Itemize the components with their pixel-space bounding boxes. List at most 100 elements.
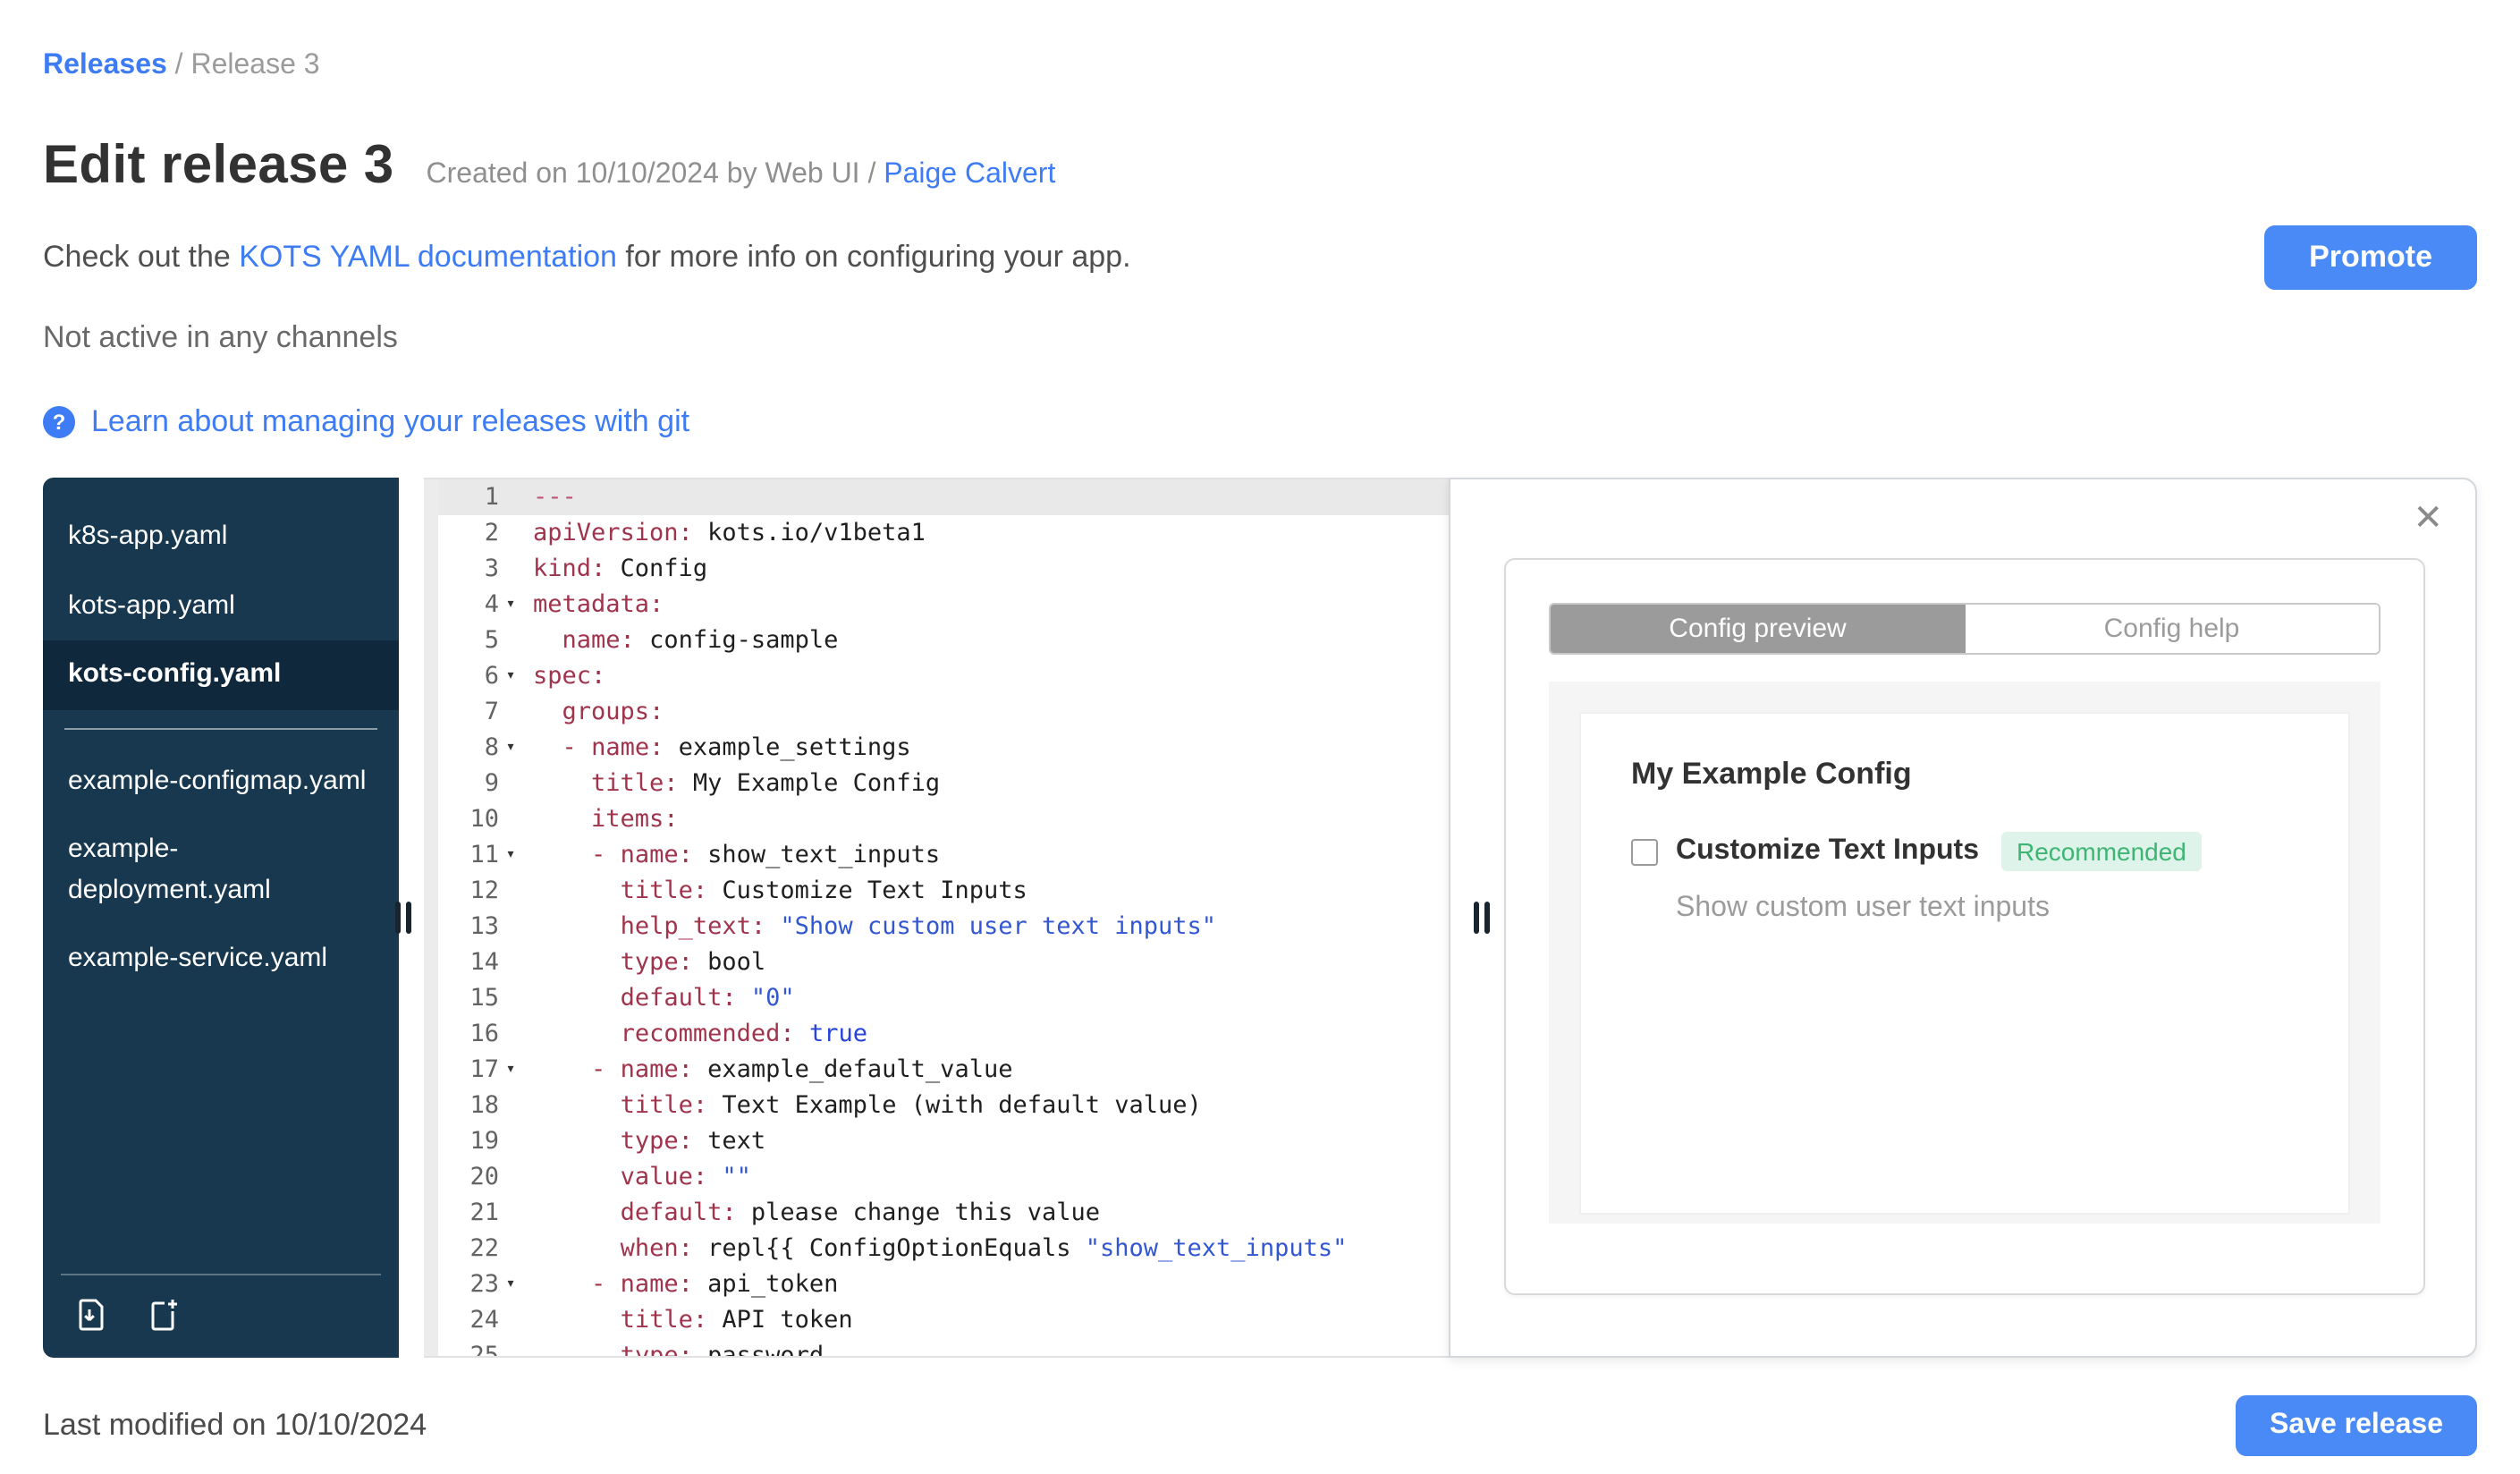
- code-line[interactable]: 11 ▾ - name: show_text_inputs: [438, 837, 1449, 873]
- line-number-gutter[interactable]: 1: [438, 479, 522, 515]
- line-number-gutter[interactable]: 3: [438, 551, 522, 587]
- fold-arrow-icon: [499, 766, 522, 801]
- breadcrumb: Releases / Release 3: [43, 50, 2477, 82]
- line-number-gutter[interactable]: 4 ▾: [438, 587, 522, 623]
- yaml-code-editor[interactable]: 1 --- 2 apiVersion: kots.io/v1beta1 3 kind: C…: [424, 478, 1449, 1358]
- line-number-gutter[interactable]: 17 ▾: [438, 1052, 522, 1088]
- line-number-gutter[interactable]: 20: [438, 1159, 522, 1195]
- recommended-badge: Recommended: [2000, 832, 2203, 871]
- code-line[interactable]: 13 help_text: "Show custom user text inp…: [438, 909, 1449, 945]
- doc-text: Check out the KOTS YAML documentation fo…: [43, 240, 1131, 275]
- line-number-gutter[interactable]: 12: [438, 873, 522, 909]
- line-number-gutter[interactable]: 10: [438, 801, 522, 837]
- line-number-gutter[interactable]: 2: [438, 515, 522, 551]
- new-file-icon[interactable]: [143, 1295, 182, 1334]
- line-number-gutter[interactable]: 9: [438, 766, 522, 801]
- page-title: Edit release 3: [43, 136, 394, 195]
- file-tree-divider: [64, 727, 377, 729]
- code-line[interactable]: 24 title: API token: [438, 1302, 1449, 1338]
- code-line[interactable]: 1 ---: [438, 479, 1449, 515]
- code-line[interactable]: 23 ▾ - name: api_token: [438, 1266, 1449, 1302]
- line-number-gutter[interactable]: 22: [438, 1231, 522, 1266]
- line-number-gutter[interactable]: 8 ▾: [438, 730, 522, 766]
- code-line[interactable]: 9 title: My Example Config: [438, 766, 1449, 801]
- code-line[interactable]: 20 value: "": [438, 1159, 1449, 1195]
- breadcrumb-separator: /: [166, 50, 191, 80]
- code-line[interactable]: 2 apiVersion: kots.io/v1beta1: [438, 515, 1449, 551]
- breadcrumb-releases-link[interactable]: Releases: [43, 50, 167, 80]
- fold-arrow-icon: [499, 515, 522, 551]
- code-line[interactable]: 18 title: Text Example (with default val…: [438, 1088, 1449, 1123]
- file-item[interactable]: example-deployment.yaml: [43, 816, 399, 925]
- git-help-link[interactable]: Learn about managing your releases with …: [91, 404, 689, 440]
- code-line[interactable]: 4 ▾ metadata:: [438, 587, 1449, 623]
- line-number-gutter[interactable]: 23 ▾: [438, 1266, 522, 1302]
- promote-button[interactable]: Promote: [2264, 225, 2477, 290]
- file-item[interactable]: example-configmap.yaml: [43, 747, 399, 816]
- line-number-gutter[interactable]: 18: [438, 1088, 522, 1123]
- line-number-gutter[interactable]: 14: [438, 945, 522, 980]
- code-line[interactable]: 25 type: password: [438, 1338, 1449, 1356]
- close-icon[interactable]: ✕: [2413, 496, 2443, 540]
- tab-config-preview[interactable]: Config preview: [1551, 605, 1965, 653]
- fold-arrow-icon: [499, 1302, 522, 1338]
- line-number-gutter[interactable]: 25: [438, 1338, 522, 1356]
- import-file-icon[interactable]: [72, 1295, 111, 1334]
- question-icon: ?: [43, 406, 75, 438]
- created-text: Created on 10/10/2024 by Web UI /: [426, 159, 884, 190]
- config-render-area: My Example Config Customize Text Inputs …: [1549, 682, 2380, 1224]
- tab-config-help[interactable]: Config help: [1965, 605, 2379, 653]
- line-number-gutter[interactable]: 15: [438, 980, 522, 1016]
- line-number-gutter[interactable]: 16: [438, 1016, 522, 1052]
- config-preview-pane: ✕ Config preview Config help My Example …: [1449, 478, 2477, 1358]
- line-number-gutter[interactable]: 19: [438, 1123, 522, 1159]
- code-rows: 1 --- 2 apiVersion: kots.io/v1beta1 3 kind: C…: [438, 479, 1449, 1356]
- file-tree-pane: k8s-app.yaml kots-app.yaml kots-config.yam…: [43, 478, 399, 1358]
- created-author-link[interactable]: Paige Calvert: [884, 159, 1055, 190]
- line-number-gutter[interactable]: 11 ▾: [438, 837, 522, 873]
- line-number-gutter[interactable]: 6 ▾: [438, 658, 522, 694]
- code-line[interactable]: 12 title: Customize Text Inputs: [438, 873, 1449, 909]
- fold-arrow-icon: ▾: [505, 739, 516, 757]
- preview-tabs: Config preview Config help: [1549, 603, 2380, 655]
- breadcrumb-current: Release 3: [190, 50, 320, 80]
- file-item[interactable]: k8s-app.yaml: [43, 503, 399, 572]
- last-modified-text: Last modified on 10/10/2024: [43, 1408, 427, 1442]
- code-line[interactable]: 14 type: bool: [438, 945, 1449, 980]
- left-pane-drag-handle[interactable]: [395, 902, 411, 934]
- file-item[interactable]: kots-app.yaml: [43, 572, 399, 640]
- code-line[interactable]: 3 kind: Config: [438, 551, 1449, 587]
- code-line[interactable]: 17 ▾ - name: example_default_value: [438, 1052, 1449, 1088]
- right-pane-drag-handle[interactable]: [1474, 902, 1490, 934]
- git-help-row: ? Learn about managing your releases wit…: [43, 404, 2477, 440]
- fold-arrow-icon: [499, 945, 522, 980]
- line-number-gutter[interactable]: 24: [438, 1302, 522, 1338]
- file-item[interactable]: example-service.yaml: [43, 925, 399, 994]
- code-line[interactable]: 19 type: text: [438, 1123, 1449, 1159]
- page: Releases / Release 3 Edit release 3 Crea…: [0, 0, 2520, 1456]
- line-number-gutter[interactable]: 13: [438, 909, 522, 945]
- line-number-gutter[interactable]: 5: [438, 623, 522, 658]
- code-line[interactable]: 7 groups:: [438, 694, 1449, 730]
- save-release-button[interactable]: Save release: [2236, 1395, 2477, 1456]
- kots-yaml-doc-link[interactable]: KOTS YAML documentation: [239, 240, 617, 274]
- line-number-gutter[interactable]: 7: [438, 694, 522, 730]
- code-line[interactable]: 15 default: "0": [438, 980, 1449, 1016]
- fold-arrow-icon: ▾: [505, 1275, 516, 1293]
- file-item[interactable]: kots-config.yaml: [43, 640, 399, 709]
- line-number-gutter[interactable]: 21: [438, 1195, 522, 1231]
- code-line[interactable]: 8 ▾ - name: example_settings: [438, 730, 1449, 766]
- code-line[interactable]: 22 when: repl{{ ConfigOptionEquals "show…: [438, 1231, 1449, 1266]
- config-preview-card: Config preview Config help My Example Co…: [1504, 558, 2425, 1295]
- created-info: Created on 10/10/2024 by Web UI / Paige …: [427, 159, 1056, 191]
- code-line[interactable]: 10 items:: [438, 801, 1449, 837]
- config-group-title: My Example Config: [1631, 757, 1912, 791]
- config-item-checkbox[interactable]: [1631, 838, 1658, 865]
- config-group-card: My Example Config Customize Text Inputs …: [1579, 712, 2350, 1215]
- code-line[interactable]: 6 ▾ spec:: [438, 658, 1449, 694]
- config-item-label: Customize Text Inputs: [1676, 835, 1979, 866]
- code-line[interactable]: 16 recommended: true: [438, 1016, 1449, 1052]
- code-line[interactable]: 21 default: please change this value: [438, 1195, 1449, 1231]
- fold-arrow-icon: [499, 623, 522, 658]
- code-line[interactable]: 5 name: config-sample: [438, 623, 1449, 658]
